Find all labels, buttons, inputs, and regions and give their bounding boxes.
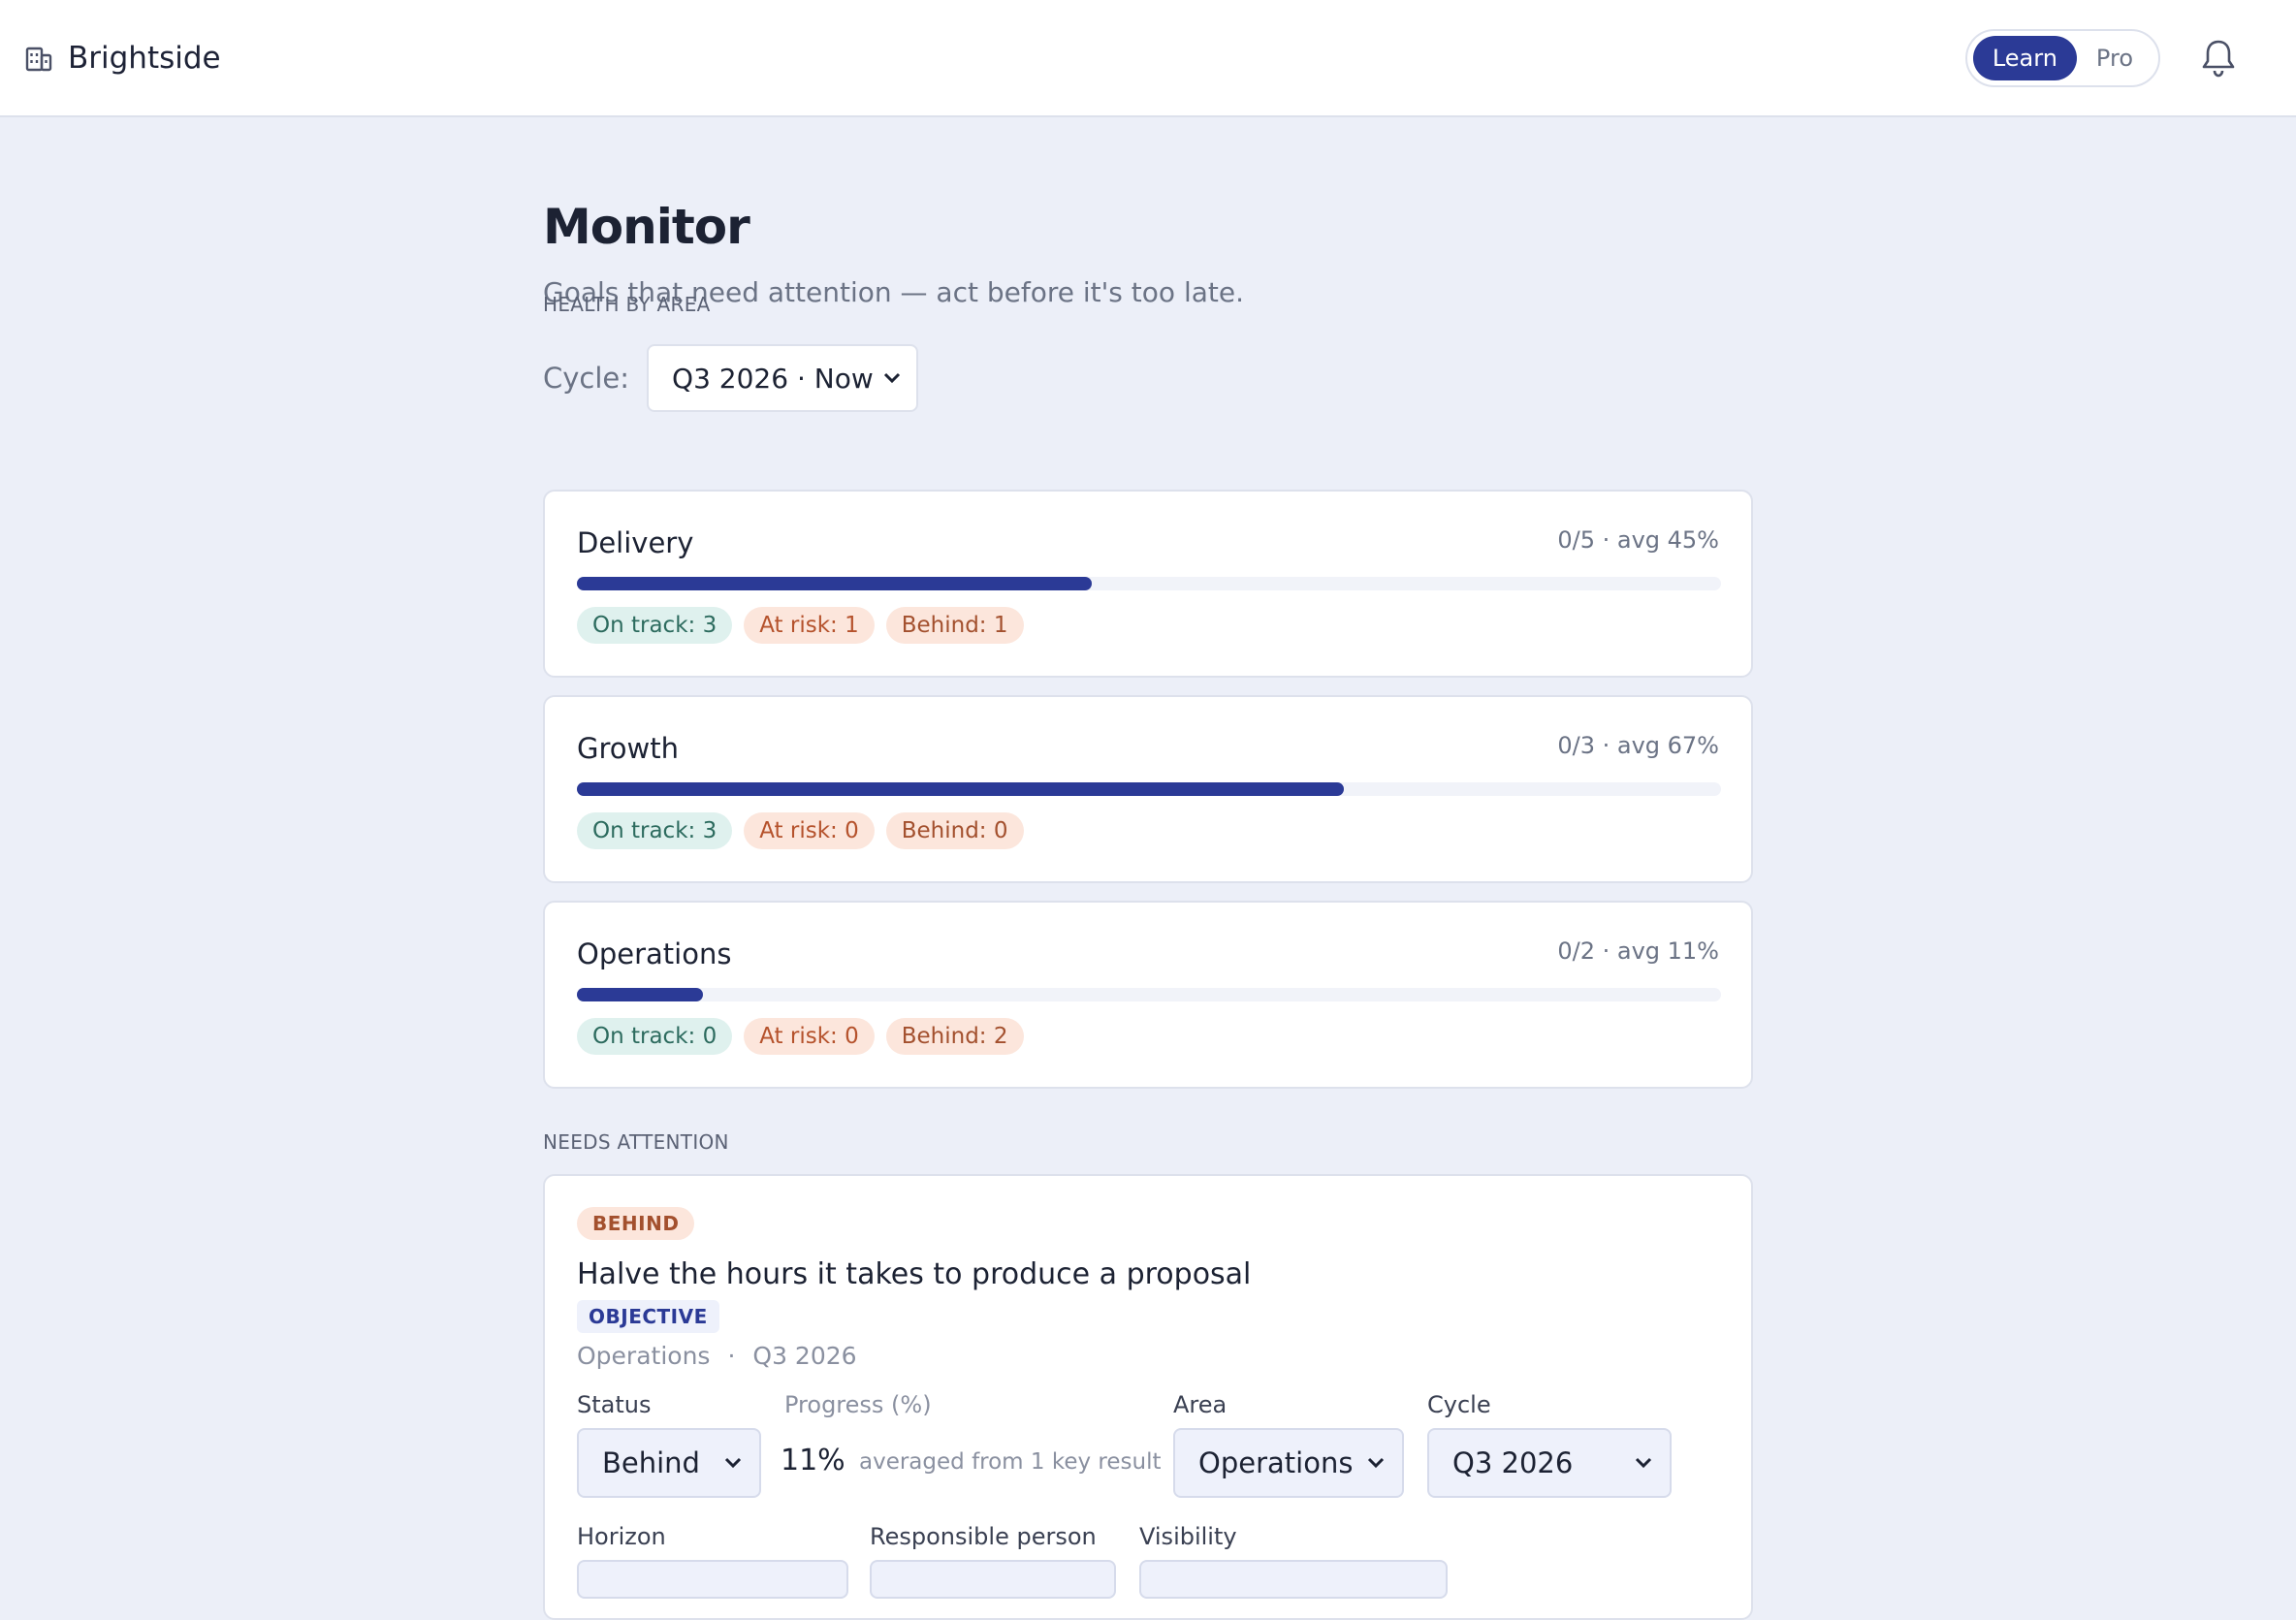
area-select[interactable]: Operations (1173, 1428, 1404, 1498)
visibility-label: Visibility (1139, 1523, 1237, 1550)
bell-icon[interactable] (2199, 37, 2238, 79)
goal-card: BEHIND Halve the hours it takes to produ… (543, 1174, 1753, 1620)
responsible-label: Responsible person (870, 1523, 1097, 1550)
progress-note: averaged from 1 key result (859, 1449, 1162, 1475)
on-track-pill: On track: 3 (577, 607, 733, 644)
mode-learn-button[interactable]: Learn (1972, 35, 2077, 80)
chevron-down-icon (1367, 1457, 1385, 1469)
progress-fill (577, 988, 703, 1001)
cycle-field-select[interactable]: Q3 2026 (1427, 1428, 1672, 1498)
at-risk-pill: At risk: 1 (744, 607, 875, 644)
visibility-select[interactable] (1139, 1560, 1448, 1599)
on-track-pill: On track: 0 (577, 1018, 733, 1055)
area-label: Area (1173, 1391, 1228, 1418)
on-track-pill: On track: 3 (577, 812, 733, 849)
goal-area: Operations (577, 1342, 711, 1370)
behind-pill: Behind: 0 (885, 812, 1024, 849)
area-name: Growth (577, 732, 679, 765)
behind-pill: Behind: 2 (885, 1018, 1024, 1055)
area-stats: 0/5 · avg 45% (1557, 526, 1719, 554)
behind-pill: Behind: 1 (885, 607, 1024, 644)
area-card-delivery[interactable]: Delivery 0/5 · avg 45% On track: 3 At ri… (543, 490, 1753, 678)
horizon-select[interactable] (577, 1560, 848, 1599)
progress-track (577, 577, 1721, 590)
area-card-operations[interactable]: Operations 0/2 · avg 11% On track: 0 At … (543, 901, 1753, 1089)
goal-title[interactable]: Halve the hours it takes to produce a pr… (577, 1257, 1251, 1291)
progress-value: 11% (781, 1444, 845, 1477)
goal-meta: Operations · Q3 2026 (577, 1342, 857, 1370)
goal-cycle: Q3 2026 (752, 1342, 857, 1370)
progress-label: Progress (%) (784, 1391, 932, 1418)
at-risk-pill: At risk: 0 (744, 1018, 875, 1055)
progress-track (577, 988, 1721, 1001)
cycle-field-value: Q3 2026 (1452, 1446, 1574, 1479)
status-select-value: Behind (602, 1446, 700, 1479)
horizon-label: Horizon (577, 1523, 666, 1550)
page-title: Monitor (543, 199, 750, 255)
area-name: Operations (577, 937, 732, 970)
cycle-label: Cycle: (543, 362, 630, 395)
top-bar: Brightside Learn Pro (0, 0, 2296, 117)
brand-name: Brightside (68, 40, 221, 76)
mode-toggle: Learn Pro (1964, 28, 2160, 87)
progress-track (577, 782, 1721, 796)
status-select[interactable]: Behind (577, 1428, 761, 1498)
cycle-select-value: Q3 2026 · Now (672, 362, 874, 395)
area-name: Delivery (577, 526, 694, 559)
cycle-select[interactable]: Q3 2026 · Now (647, 344, 919, 412)
progress-fill (577, 782, 1344, 796)
health-section-label: HEALTH BY AREA (543, 293, 711, 316)
mode-pro-button[interactable]: Pro (2077, 36, 2152, 80)
at-risk-pill: At risk: 0 (744, 812, 875, 849)
meta-separator: · (727, 1342, 736, 1370)
status-badge: BEHIND (577, 1207, 695, 1240)
chevron-down-icon (1635, 1457, 1652, 1469)
cycle-field-label: Cycle (1427, 1391, 1491, 1418)
area-card-growth[interactable]: Growth 0/3 · avg 67% On track: 3 At risk… (543, 695, 1753, 883)
status-label: Status (577, 1391, 652, 1418)
chevron-down-icon (883, 372, 901, 384)
area-stats: 0/2 · avg 11% (1557, 937, 1719, 965)
responsible-select[interactable] (870, 1560, 1116, 1599)
area-stats: 0/3 · avg 67% (1557, 732, 1719, 759)
brand[interactable]: Brightside (23, 41, 221, 76)
progress-fill (577, 577, 1092, 590)
cycle-filter: Cycle: Q3 2026 · Now (543, 344, 919, 412)
goal-type-badge: OBJECTIVE (577, 1300, 719, 1333)
building-icon (25, 47, 52, 71)
attention-section-label: NEEDS ATTENTION (543, 1130, 729, 1154)
area-select-value: Operations (1198, 1446, 1354, 1479)
chevron-down-icon (724, 1457, 742, 1469)
